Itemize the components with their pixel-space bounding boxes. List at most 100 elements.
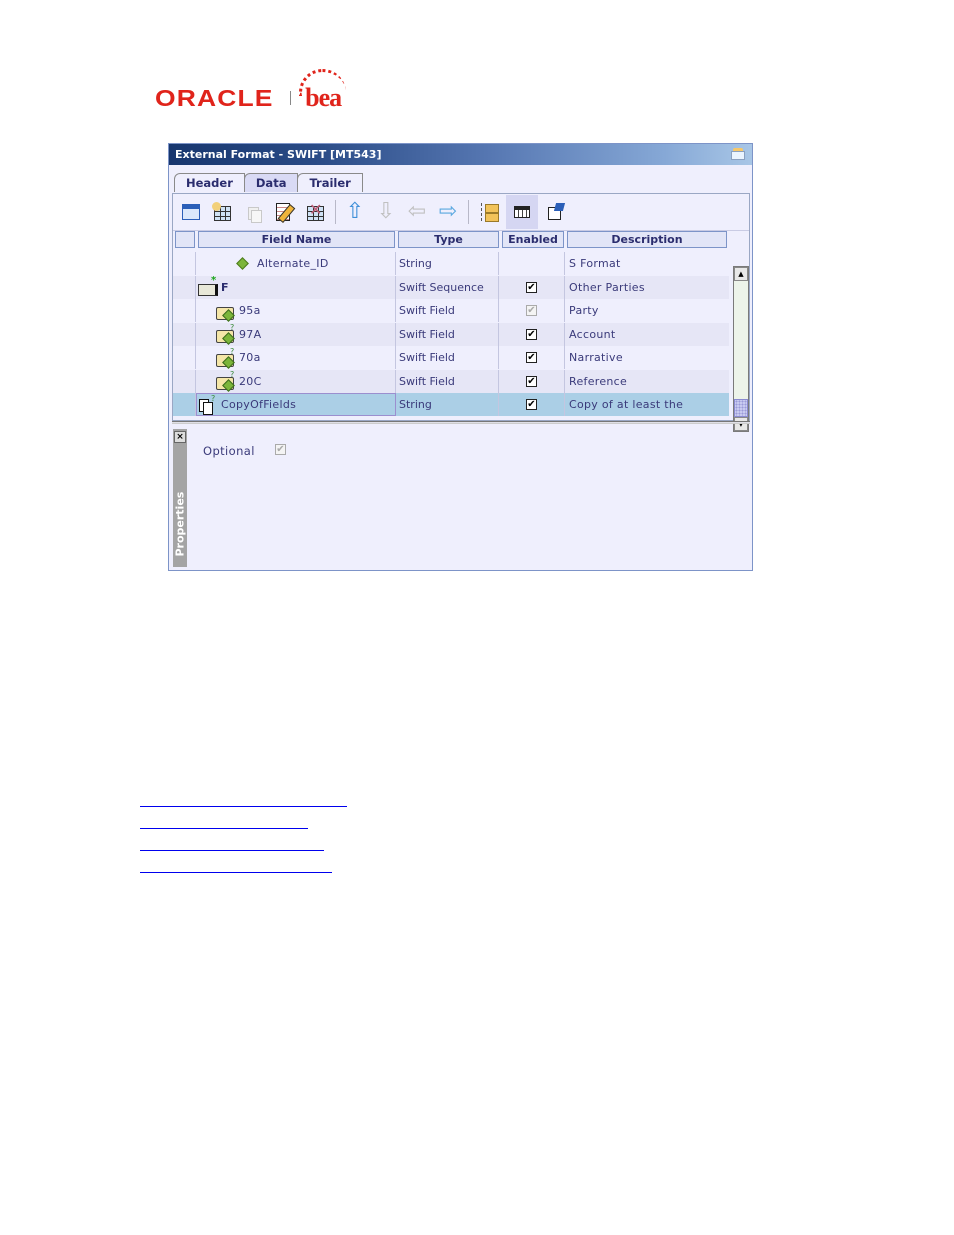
link-1[interactable] bbox=[140, 792, 347, 807]
field-name-cell[interactable]: * F bbox=[196, 275, 396, 299]
field-name-text: 95a bbox=[239, 304, 261, 317]
field-name-cell[interactable]: 95a bbox=[196, 299, 396, 322]
close-properties-button[interactable]: × bbox=[174, 431, 186, 443]
properties-icon bbox=[546, 202, 566, 222]
scroll-up-button[interactable]: ▲ bbox=[734, 267, 748, 281]
enabled-cell[interactable]: ✔ bbox=[499, 275, 565, 299]
type-cell[interactable]: Swift Field bbox=[396, 369, 499, 393]
properties-button[interactable] bbox=[543, 199, 569, 225]
type-cell[interactable]: Swift Field bbox=[396, 346, 499, 369]
link-3[interactable] bbox=[140, 836, 324, 851]
description-cell[interactable]: Copy of at least the bbox=[565, 393, 729, 416]
enabled-checkbox[interactable]: ✔ bbox=[526, 352, 537, 363]
tab-trailer[interactable]: Trailer bbox=[297, 173, 363, 192]
enabled-checkbox[interactable]: ✔ bbox=[526, 305, 537, 316]
oracle-bea-logo: ORACLE bea bbox=[155, 69, 347, 116]
toolbar: ✕ ⇧ ⇩ ⇦ ⇨ bbox=[173, 194, 749, 231]
description-cell[interactable]: S Format bbox=[565, 252, 729, 275]
bea-logo: bea bbox=[299, 69, 347, 113]
table-row[interactable]: * F Swift Sequence ✔ Other Parties bbox=[173, 275, 729, 299]
column-header-description[interactable]: Description bbox=[567, 231, 727, 248]
field-name-cell[interactable]: Alternate_ID bbox=[196, 252, 396, 275]
row-selector[interactable] bbox=[173, 252, 196, 275]
description-cell[interactable]: Narrative bbox=[565, 346, 729, 369]
envelope-icon[interactable] bbox=[730, 148, 746, 161]
scroll-thumb[interactable] bbox=[734, 399, 748, 417]
link-2[interactable] bbox=[140, 814, 308, 829]
enabled-cell[interactable] bbox=[499, 252, 565, 275]
type-cell[interactable]: String bbox=[396, 393, 499, 416]
field-name-cell[interactable]: ? 70a bbox=[196, 346, 396, 369]
edit-button[interactable] bbox=[271, 199, 297, 225]
tab-bar: Header Data Trailer bbox=[174, 173, 363, 192]
table-row[interactable]: Alternate_ID String S Format bbox=[173, 252, 729, 275]
move-right-button[interactable]: ⇨ bbox=[435, 199, 461, 225]
tab-header[interactable]: Header bbox=[174, 173, 245, 192]
enabled-cell[interactable]: ✔ bbox=[499, 369, 565, 393]
enabled-cell[interactable]: ✔ bbox=[499, 322, 565, 346]
field-folder-optional-icon: ? bbox=[216, 370, 235, 392]
move-left-button[interactable]: ⇦ bbox=[404, 199, 430, 225]
field-name-cell[interactable]: ? CopyOfFields bbox=[196, 393, 396, 416]
oracle-logo-text: ORACLE bbox=[155, 84, 274, 111]
enabled-checkbox[interactable]: ✔ bbox=[526, 399, 537, 410]
table-row[interactable]: ? 97A Swift Field ✔ Account bbox=[173, 322, 729, 346]
description-cell[interactable]: Reference bbox=[565, 370, 729, 393]
description-cell[interactable]: Other Parties bbox=[565, 276, 729, 299]
field-name-cell[interactable]: ? 97A bbox=[196, 322, 396, 346]
row-selector[interactable] bbox=[173, 346, 196, 369]
type-cell[interactable]: Swift Sequence bbox=[396, 275, 499, 299]
tree-view-button[interactable] bbox=[475, 199, 501, 225]
enabled-cell[interactable]: ✔ bbox=[499, 299, 565, 322]
table-row[interactable]: ? CopyOfFields String ✔ Copy of at least the bbox=[173, 393, 729, 416]
field-name-text: 20C bbox=[239, 374, 262, 388]
table-view-button[interactable] bbox=[506, 195, 538, 229]
type-cell[interactable]: String bbox=[396, 252, 499, 275]
field-folder-optional-icon: ? bbox=[216, 347, 235, 369]
add-row-button[interactable] bbox=[209, 199, 235, 225]
row-selector[interactable] bbox=[173, 275, 196, 299]
move-up-button[interactable]: ⇧ bbox=[342, 199, 368, 225]
column-header-type[interactable]: Type bbox=[398, 231, 499, 248]
enabled-checkbox[interactable]: ✔ bbox=[526, 375, 537, 387]
row-selector[interactable] bbox=[173, 369, 196, 393]
new-table-button[interactable] bbox=[178, 199, 204, 225]
enabled-checkbox[interactable]: ✔ bbox=[526, 328, 537, 340]
field-name-text: CopyOfFields bbox=[221, 398, 297, 411]
row-selector[interactable] bbox=[173, 322, 196, 346]
table-row[interactable]: ? 20C Swift Field ✔ Reference bbox=[173, 369, 729, 393]
field-name-cell[interactable]: ? 20C bbox=[196, 369, 396, 393]
field-name-text: 70a bbox=[239, 351, 261, 364]
table-row[interactable]: 95a Swift Field ✔ Party bbox=[173, 299, 729, 322]
edit-icon bbox=[274, 202, 296, 224]
type-cell[interactable]: Swift Field bbox=[396, 322, 499, 346]
add-row-icon bbox=[212, 202, 232, 222]
link-4[interactable] bbox=[140, 858, 332, 873]
description-cell[interactable]: Party bbox=[565, 299, 729, 322]
delete-row-button[interactable]: ✕ bbox=[302, 199, 328, 225]
scroll-down-button[interactable]: ▼ bbox=[734, 417, 748, 431]
header-select-all[interactable] bbox=[175, 231, 195, 248]
type-cell[interactable]: Swift Field bbox=[396, 299, 499, 322]
move-down-button[interactable]: ⇩ bbox=[373, 199, 399, 225]
copy-icon bbox=[243, 202, 263, 223]
splitter[interactable] bbox=[172, 421, 750, 424]
enabled-cell[interactable]: ✔ bbox=[499, 393, 565, 416]
description-cell[interactable]: Account bbox=[565, 323, 729, 346]
row-selector[interactable] bbox=[173, 393, 196, 416]
window-titlebar: External Format - SWIFT [MT543] bbox=[169, 144, 752, 165]
table-row[interactable]: ? 70a Swift Field ✔ Narrative bbox=[173, 346, 729, 369]
row-selector[interactable] bbox=[173, 299, 196, 322]
tab-data[interactable]: Data bbox=[243, 173, 299, 192]
column-header-field-name[interactable]: Field Name bbox=[198, 231, 395, 248]
tree-view-icon bbox=[478, 202, 499, 222]
move-left-icon: ⇦ bbox=[407, 199, 427, 224]
vertical-scrollbar[interactable]: ▲ ▼ bbox=[733, 266, 749, 432]
field-name-text: F bbox=[221, 280, 229, 294]
column-header-enabled[interactable]: Enabled bbox=[502, 231, 564, 248]
enabled-cell[interactable]: ✔ bbox=[499, 346, 565, 369]
enabled-checkbox[interactable]: ✔ bbox=[526, 281, 537, 293]
optional-checkbox[interactable]: ✔ bbox=[275, 444, 286, 455]
copy-button[interactable] bbox=[240, 199, 266, 225]
properties-label: Properties bbox=[173, 491, 187, 557]
